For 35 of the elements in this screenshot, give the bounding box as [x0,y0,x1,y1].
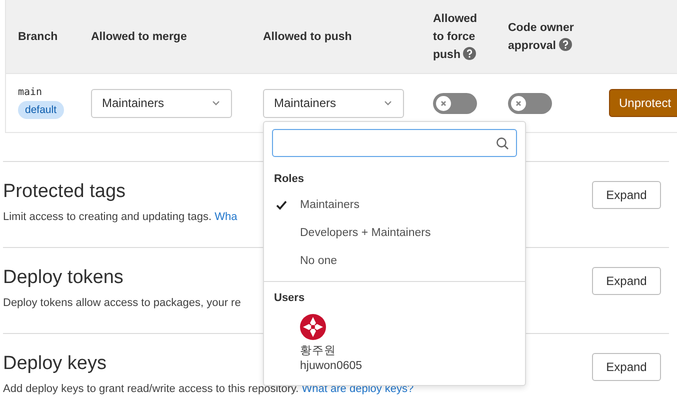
section-title: Protected tags [3,181,126,203]
user-name[interactable]: 황주원 [300,344,336,359]
expand-button[interactable]: Expand [592,353,661,381]
role-option[interactable]: Developers + Maintainers [264,219,525,247]
column-header: Branch [17,30,59,44]
unprotect-button[interactable]: Unprotect [609,89,677,117]
role-option[interactable]: No one [264,247,525,275]
toggle-switch[interactable] [508,92,552,114]
section-description: Deploy tokens allow access to packages, your re [3,297,241,309]
help-link[interactable]: Wha [214,211,238,223]
branch-name: main [18,87,42,98]
caret-icon [211,98,221,108]
users-label: Users [274,292,306,304]
section-title: Deploy keys [3,353,106,375]
column-header: Allowed to push [262,30,353,44]
merge-select[interactable]: Maintainers [91,88,232,118]
section-description: Limit access to creating and updating tags. Wha [3,211,238,223]
role-option[interactable]: Maintainers [264,191,525,219]
search-field[interactable] [272,129,517,157]
expand-button[interactable]: Expand [592,181,661,209]
search-icon [496,136,509,150]
column-header: Code owner approval [507,20,575,54]
push-select[interactable]: Maintainers [263,88,404,118]
help-icon[interactable] [558,38,572,50]
column-header: Allowed to merge [90,30,188,44]
section-title: Deploy tokens [3,267,124,289]
user-username[interactable]: hjuwon0605 [300,359,362,374]
help-icon[interactable] [463,46,476,60]
avatar-icon [300,314,326,340]
column-header: Allowed to force push [432,12,478,62]
roles-label: Roles [274,173,305,185]
caret-icon [383,98,393,108]
default-badge: default [18,101,64,119]
expand-button[interactable]: Expand [592,267,661,295]
toggle-switch[interactable] [433,92,477,114]
